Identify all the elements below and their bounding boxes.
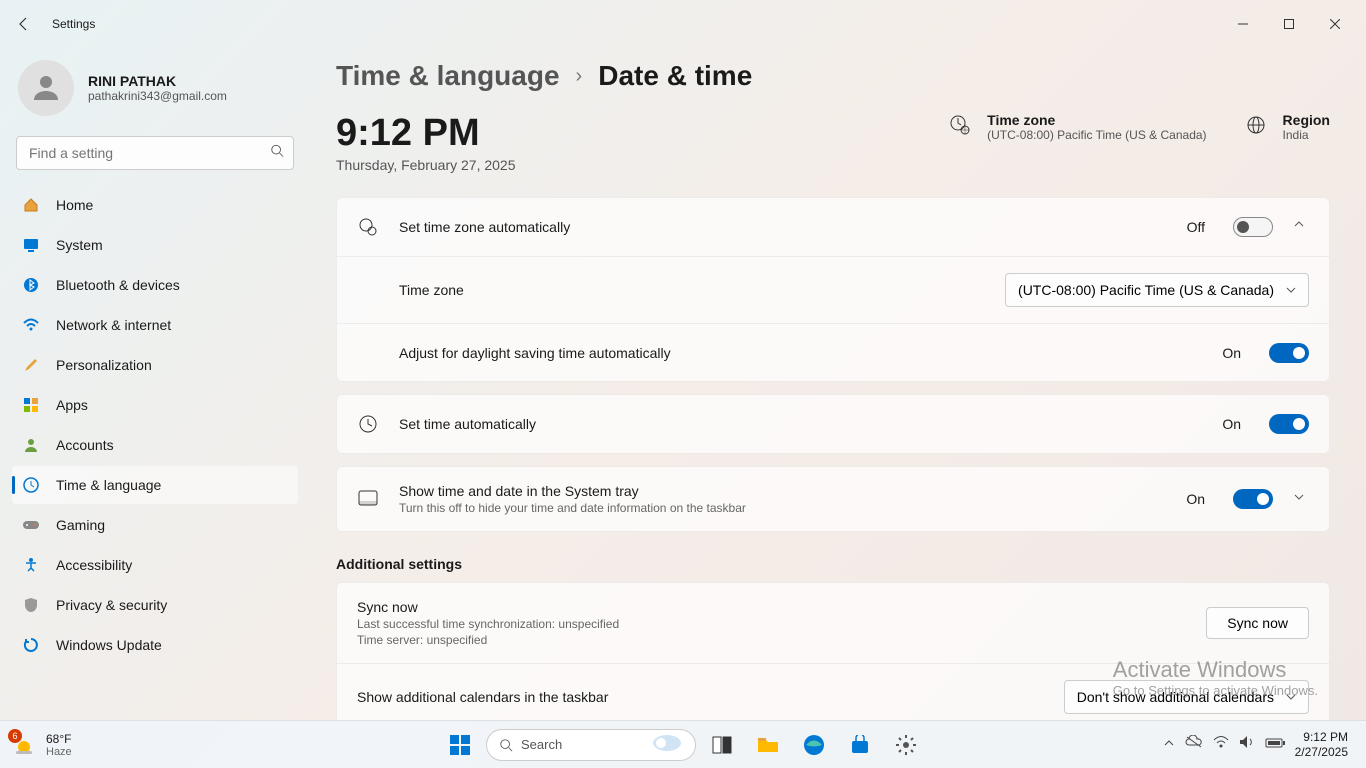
onedrive-icon[interactable]	[1185, 735, 1203, 754]
task-view-button[interactable]	[702, 725, 742, 765]
row-sync-now: Sync now Last successful time synchroniz…	[337, 583, 1329, 663]
nav-update[interactable]: Windows Update	[12, 626, 298, 664]
settings-button[interactable]	[886, 725, 926, 765]
row-additional-calendars: Show additional calendars in the taskbar…	[337, 663, 1329, 720]
additional-settings-header: Additional settings	[336, 556, 1330, 572]
volume-icon[interactable]	[1239, 735, 1255, 754]
nav-time-language[interactable]: Time & language	[12, 466, 298, 504]
taskbar: 6 68°F Haze Search 9:12 PM	[0, 720, 1366, 768]
toggle-system-tray[interactable]	[1233, 489, 1273, 509]
sync-now-button[interactable]: Sync now	[1206, 607, 1309, 639]
nav-privacy[interactable]: Privacy & security	[12, 586, 298, 624]
tray-clock[interactable]: 9:12 PM 2/27/2025	[1295, 730, 1356, 759]
taskbar-search[interactable]: Search	[486, 729, 696, 761]
battery-icon[interactable]	[1265, 736, 1285, 754]
home-icon	[22, 196, 40, 214]
row-system-tray[interactable]: Show time and date in the System tray Tu…	[337, 467, 1329, 531]
maximize-button[interactable]	[1266, 8, 1312, 40]
clock-globe-icon	[22, 476, 40, 494]
minimize-button[interactable]	[1220, 8, 1266, 40]
store-button[interactable]	[840, 725, 880, 765]
clock-display: 9:12 PM Thursday, February 27, 2025	[336, 112, 516, 173]
globe-icon	[1243, 112, 1269, 138]
search-icon	[499, 738, 513, 752]
toggle-dst[interactable]	[1269, 343, 1309, 363]
titlebar: Settings	[0, 0, 1366, 48]
taskbar-icon	[357, 490, 379, 508]
explorer-button[interactable]	[748, 725, 788, 765]
row-auto-timezone[interactable]: Set time zone automatically Off	[337, 198, 1329, 256]
wifi-icon	[22, 316, 40, 334]
close-button[interactable]	[1312, 8, 1358, 40]
row-timezone: Time zone (UTC-08:00) Pacific Time (US &…	[337, 256, 1329, 323]
toggle-auto-timezone[interactable]	[1233, 217, 1273, 237]
accessibility-icon	[22, 556, 40, 574]
row-auto-time: Set time automatically On	[337, 395, 1329, 453]
shield-icon	[22, 596, 40, 614]
nav-network[interactable]: Network & internet	[12, 306, 298, 344]
region-info[interactable]: Region India	[1243, 112, 1330, 142]
globe-clock-icon	[357, 217, 379, 237]
apps-icon	[22, 396, 40, 414]
timezone-dropdown[interactable]: (UTC-08:00) Pacific Time (US & Canada)	[1005, 273, 1309, 307]
person-icon	[22, 436, 40, 454]
search-decoration-icon	[651, 733, 683, 756]
nav-apps[interactable]: Apps	[12, 386, 298, 424]
chevron-down-icon	[1286, 692, 1296, 702]
breadcrumb-parent[interactable]: Time & language	[336, 60, 560, 92]
nav-bluetooth[interactable]: Bluetooth & devices	[12, 266, 298, 304]
current-date: Thursday, February 27, 2025	[336, 157, 516, 173]
chevron-right-icon: ›	[576, 65, 583, 88]
nav-home[interactable]: Home	[12, 186, 298, 224]
toggle-auto-time[interactable]	[1269, 414, 1309, 434]
search-icon	[270, 144, 284, 163]
chevron-down-icon[interactable]	[1293, 218, 1309, 236]
profile-block[interactable]: RINI PATHAK pathakrini343@gmail.com	[12, 48, 298, 136]
wifi-tray-icon[interactable]	[1213, 735, 1229, 754]
back-button[interactable]	[8, 8, 40, 40]
weather-widget[interactable]: 6 68°F Haze	[10, 731, 72, 759]
avatar	[18, 60, 74, 116]
nav-system[interactable]: System	[12, 226, 298, 264]
gamepad-icon	[22, 516, 40, 534]
system-icon	[22, 236, 40, 254]
chevron-down-icon[interactable]	[1293, 490, 1309, 508]
search-box[interactable]	[16, 136, 294, 170]
calendars-dropdown[interactable]: Don't show additional calendars	[1064, 680, 1309, 714]
search-input[interactable]	[16, 136, 294, 170]
current-time: 9:12 PM	[336, 112, 516, 155]
clock-icon	[357, 414, 379, 434]
nav-personalization[interactable]: Personalization	[12, 346, 298, 384]
profile-name: RINI PATHAK	[88, 73, 227, 89]
window-title: Settings	[52, 17, 95, 31]
profile-email: pathakrini343@gmail.com	[88, 89, 227, 103]
start-button[interactable]	[440, 725, 480, 765]
nav-list: Home System Bluetooth & devices Network …	[12, 186, 298, 664]
tray-chevron-icon[interactable]	[1163, 736, 1175, 754]
weather-icon: 6	[10, 731, 38, 759]
nav-accessibility[interactable]: Accessibility	[12, 546, 298, 584]
bluetooth-icon	[22, 276, 40, 294]
edge-button[interactable]	[794, 725, 834, 765]
weather-badge: 6	[8, 729, 22, 743]
nav-gaming[interactable]: Gaming	[12, 506, 298, 544]
chevron-down-icon	[1286, 285, 1296, 295]
row-dst: Adjust for daylight saving time automati…	[337, 323, 1329, 381]
nav-accounts[interactable]: Accounts	[12, 426, 298, 464]
breadcrumb-current: Date & time	[598, 60, 752, 92]
timezone-info[interactable]: Time zone (UTC-08:00) Pacific Time (US &…	[947, 112, 1206, 142]
globe-clock-icon	[947, 112, 973, 138]
breadcrumb: Time & language › Date & time	[336, 60, 1330, 92]
main-content: Time & language › Date & time 9:12 PM Th…	[310, 48, 1366, 720]
sidebar: RINI PATHAK pathakrini343@gmail.com Home…	[0, 48, 310, 720]
update-icon	[22, 636, 40, 654]
brush-icon	[22, 356, 40, 374]
